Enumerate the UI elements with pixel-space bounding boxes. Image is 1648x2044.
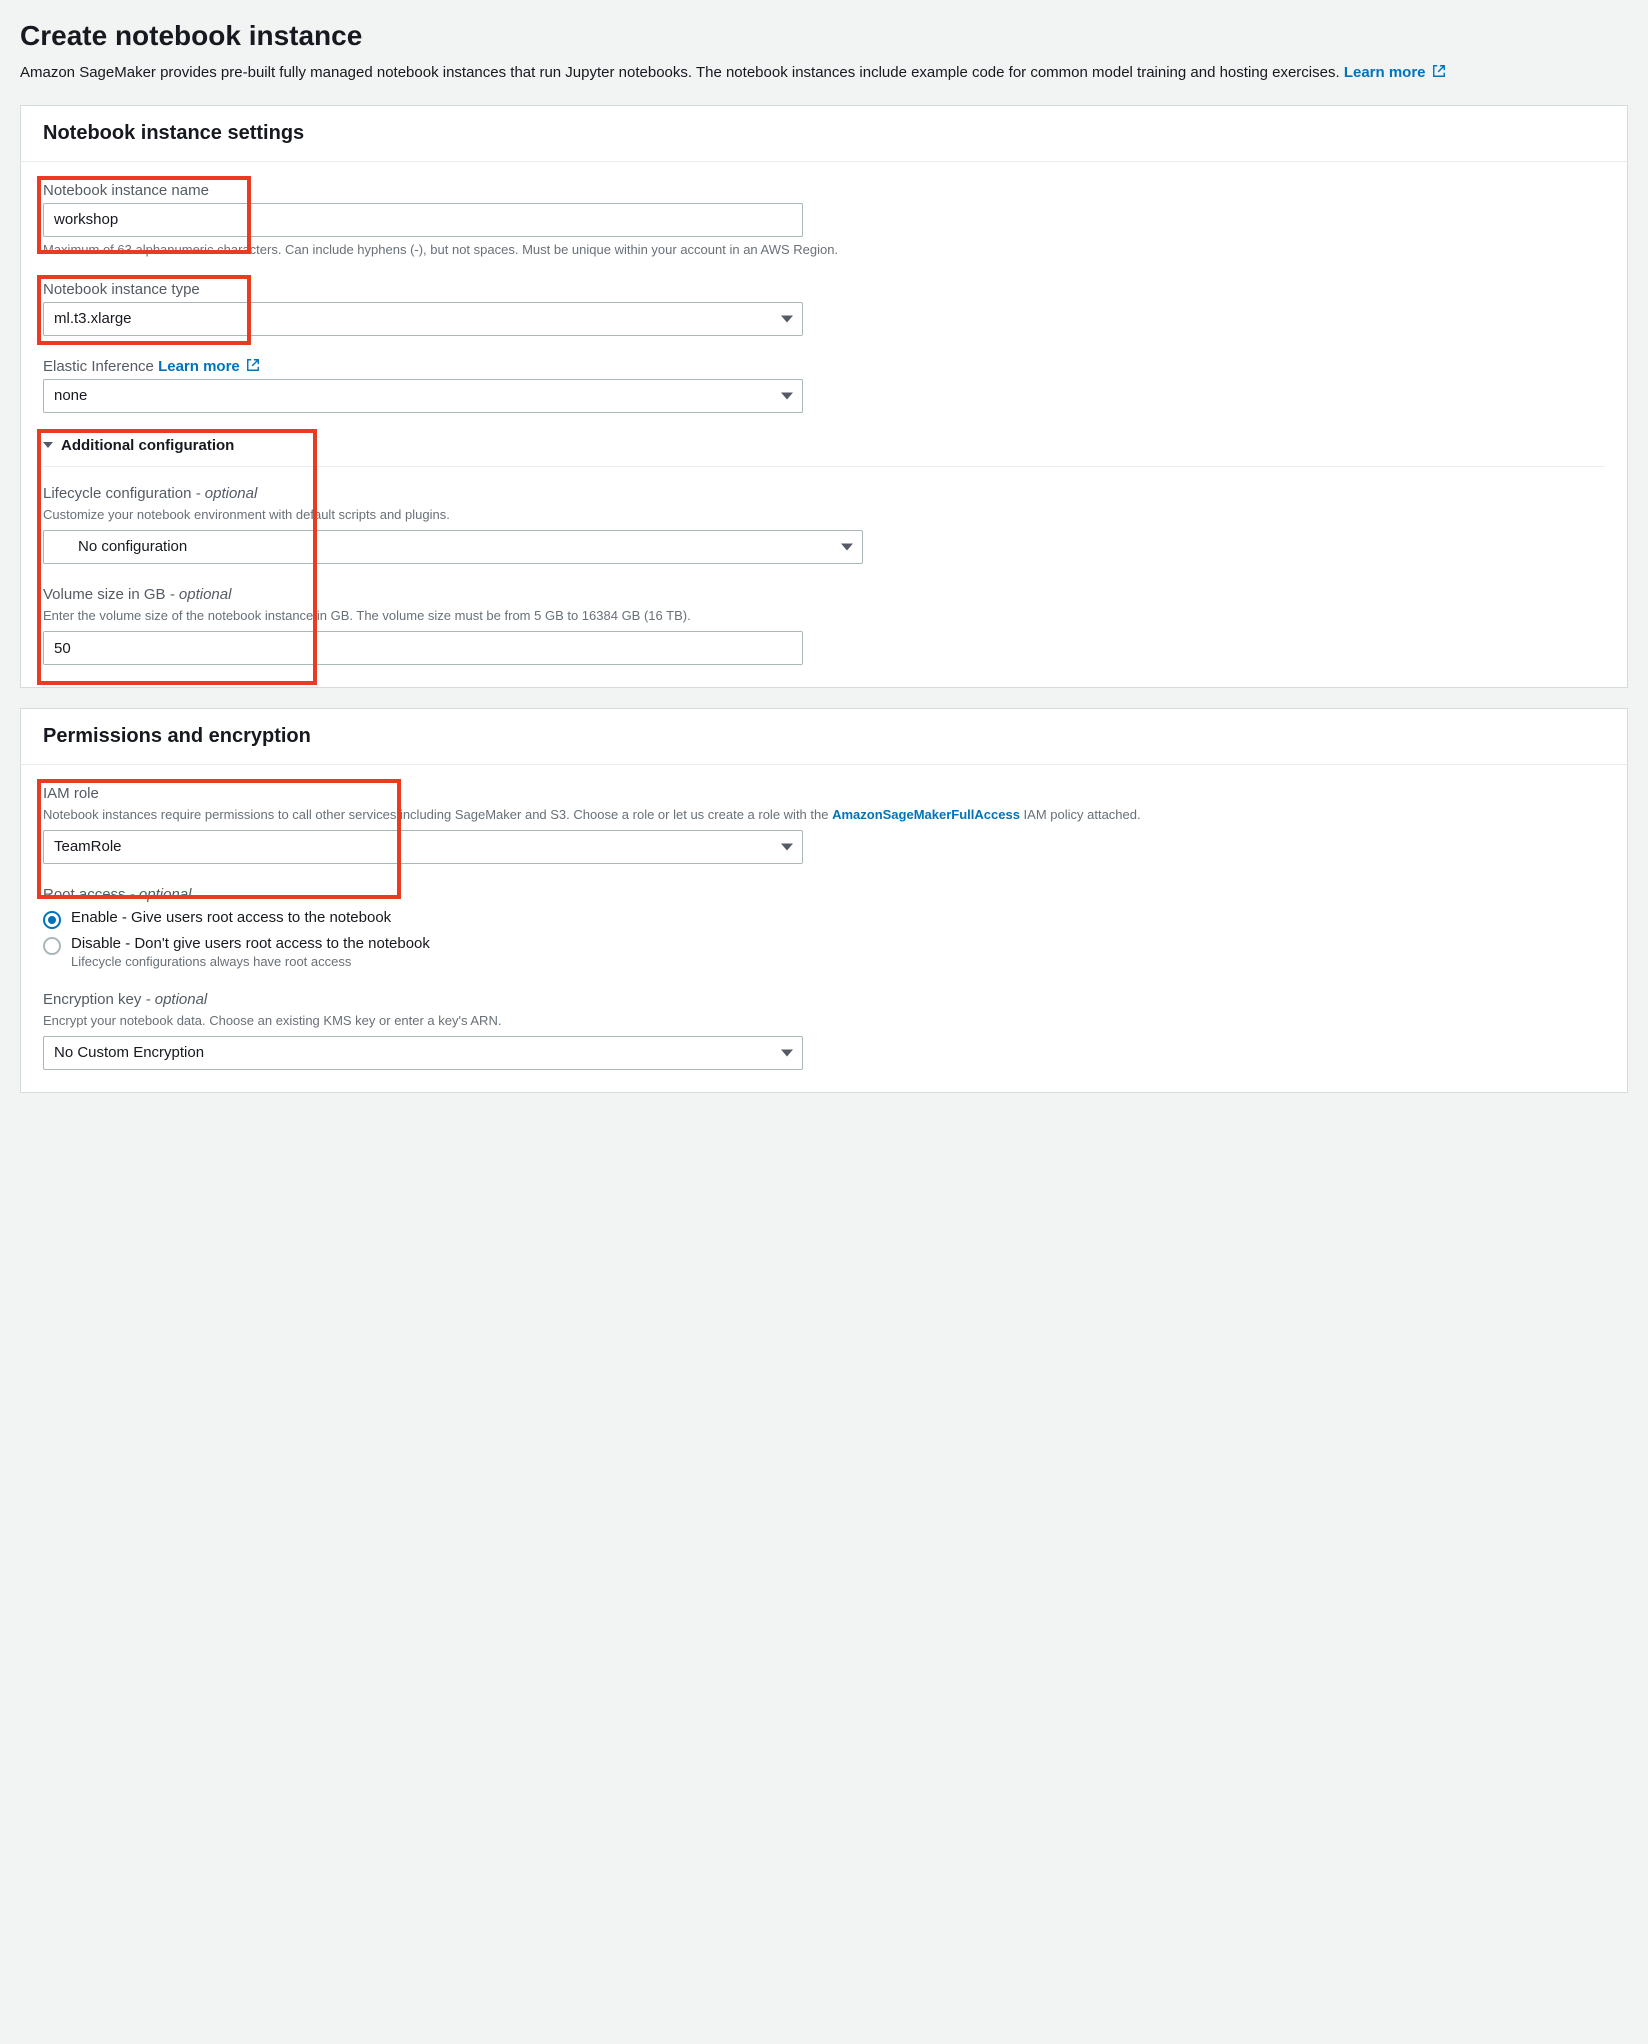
iam-role-label: IAM role bbox=[43, 781, 1605, 802]
root-enable-row: Enable - Give users root access to the n… bbox=[43, 909, 1605, 929]
volume-label-text: Volume size in GB bbox=[43, 586, 166, 603]
notebook-name-group: Notebook instance name Maximum of 63 alp… bbox=[43, 178, 1605, 259]
volume-input[interactable] bbox=[43, 631, 803, 665]
notebook-name-input[interactable] bbox=[43, 203, 803, 237]
notebook-type-label: Notebook instance type bbox=[43, 277, 1605, 298]
iam-role-select[interactable]: TeamRole bbox=[43, 830, 803, 864]
lifecycle-optional-text: - optional bbox=[196, 485, 258, 502]
encryption-label-text: Encryption key bbox=[43, 991, 141, 1008]
lifecycle-label-text: Lifecycle configuration bbox=[43, 485, 191, 502]
notebook-name-help: Maximum of 63 alphanumeric characters. C… bbox=[43, 241, 1605, 259]
notebook-name-label: Notebook instance name bbox=[43, 178, 1605, 199]
root-disable-label: Disable - Don't give users root access t… bbox=[71, 935, 430, 952]
root-disable-radio[interactable] bbox=[43, 937, 61, 955]
root-disable-sublabel: Lifecycle configurations always have roo… bbox=[71, 954, 430, 969]
root-disable-row: Disable - Don't give users root access t… bbox=[43, 935, 1605, 969]
encryption-help: Encrypt your notebook data. Choose an ex… bbox=[43, 1012, 1605, 1030]
elastic-inference-select[interactable]: none bbox=[43, 379, 803, 413]
lifecycle-help: Customize your notebook environment with… bbox=[43, 506, 1605, 524]
iam-help-suffix: IAM policy attached. bbox=[1020, 807, 1141, 822]
lifecycle-label: Lifecycle configuration - optional bbox=[43, 481, 1605, 502]
root-access-label-text: Root access bbox=[43, 886, 126, 903]
learn-more-text: Learn more bbox=[1344, 64, 1426, 81]
permissions-panel: Permissions and encryption IAM role Note… bbox=[20, 708, 1628, 1093]
volume-label: Volume size in GB - optional bbox=[43, 582, 1605, 603]
encryption-select[interactable]: No Custom Encryption bbox=[43, 1036, 803, 1070]
root-enable-radio[interactable] bbox=[43, 911, 61, 929]
notebook-type-group: Notebook instance type ml.t3.xlarge bbox=[43, 277, 1605, 336]
ei-learn-more-text: Learn more bbox=[158, 358, 240, 375]
elastic-inference-group: Elastic Inference Learn more none bbox=[43, 354, 1605, 413]
iam-policy-link[interactable]: AmazonSageMakerFullAccess bbox=[832, 807, 1020, 822]
elastic-inference-learn-more-link[interactable]: Learn more bbox=[158, 358, 260, 375]
notebook-type-select[interactable]: ml.t3.xlarge bbox=[43, 302, 803, 336]
permissions-panel-title: Permissions and encryption bbox=[43, 725, 1605, 748]
settings-panel-title: Notebook instance settings bbox=[43, 122, 1605, 145]
root-optional-text: - optional bbox=[130, 886, 192, 903]
additional-config-expander[interactable]: Additional configuration bbox=[43, 431, 1605, 467]
volume-optional-text: - optional bbox=[170, 586, 232, 603]
learn-more-link[interactable]: Learn more bbox=[1344, 64, 1446, 81]
elastic-inference-label-text: Elastic Inference bbox=[43, 358, 154, 375]
elastic-inference-label: Elastic Inference Learn more bbox=[43, 354, 1605, 375]
root-access-label: Root access - optional bbox=[43, 882, 1605, 903]
root-access-group: Root access - optional Enable - Give use… bbox=[43, 882, 1605, 969]
additional-config-title: Additional configuration bbox=[61, 437, 234, 454]
encryption-optional-text: - optional bbox=[146, 991, 208, 1008]
encryption-group: Encryption key - optional Encrypt your n… bbox=[43, 987, 1605, 1070]
root-enable-label: Enable - Give users root access to the n… bbox=[71, 909, 391, 926]
external-link-icon bbox=[246, 358, 260, 372]
external-link-icon bbox=[1432, 64, 1446, 78]
iam-help-prefix: Notebook instances require permissions t… bbox=[43, 807, 832, 822]
page-title: Create notebook instance bbox=[20, 20, 1628, 52]
volume-help: Enter the volume size of the notebook in… bbox=[43, 607, 1605, 625]
page-description-text: Amazon SageMaker provides pre-built full… bbox=[20, 64, 1344, 81]
lifecycle-group: Lifecycle configuration - optional Custo… bbox=[43, 481, 1605, 564]
additional-config-group: Additional configuration Lifecycle confi… bbox=[43, 431, 1605, 665]
triangle-down-icon bbox=[43, 442, 53, 448]
iam-role-help: Notebook instances require permissions t… bbox=[43, 806, 1605, 824]
lifecycle-select[interactable]: No configuration bbox=[43, 530, 863, 564]
iam-role-group: IAM role Notebook instances require perm… bbox=[43, 781, 1605, 864]
page-description: Amazon SageMaker provides pre-built full… bbox=[20, 62, 1628, 85]
encryption-label: Encryption key - optional bbox=[43, 987, 1605, 1008]
notebook-settings-panel: Notebook instance settings Notebook inst… bbox=[20, 105, 1628, 689]
volume-group: Volume size in GB - optional Enter the v… bbox=[43, 582, 1605, 665]
